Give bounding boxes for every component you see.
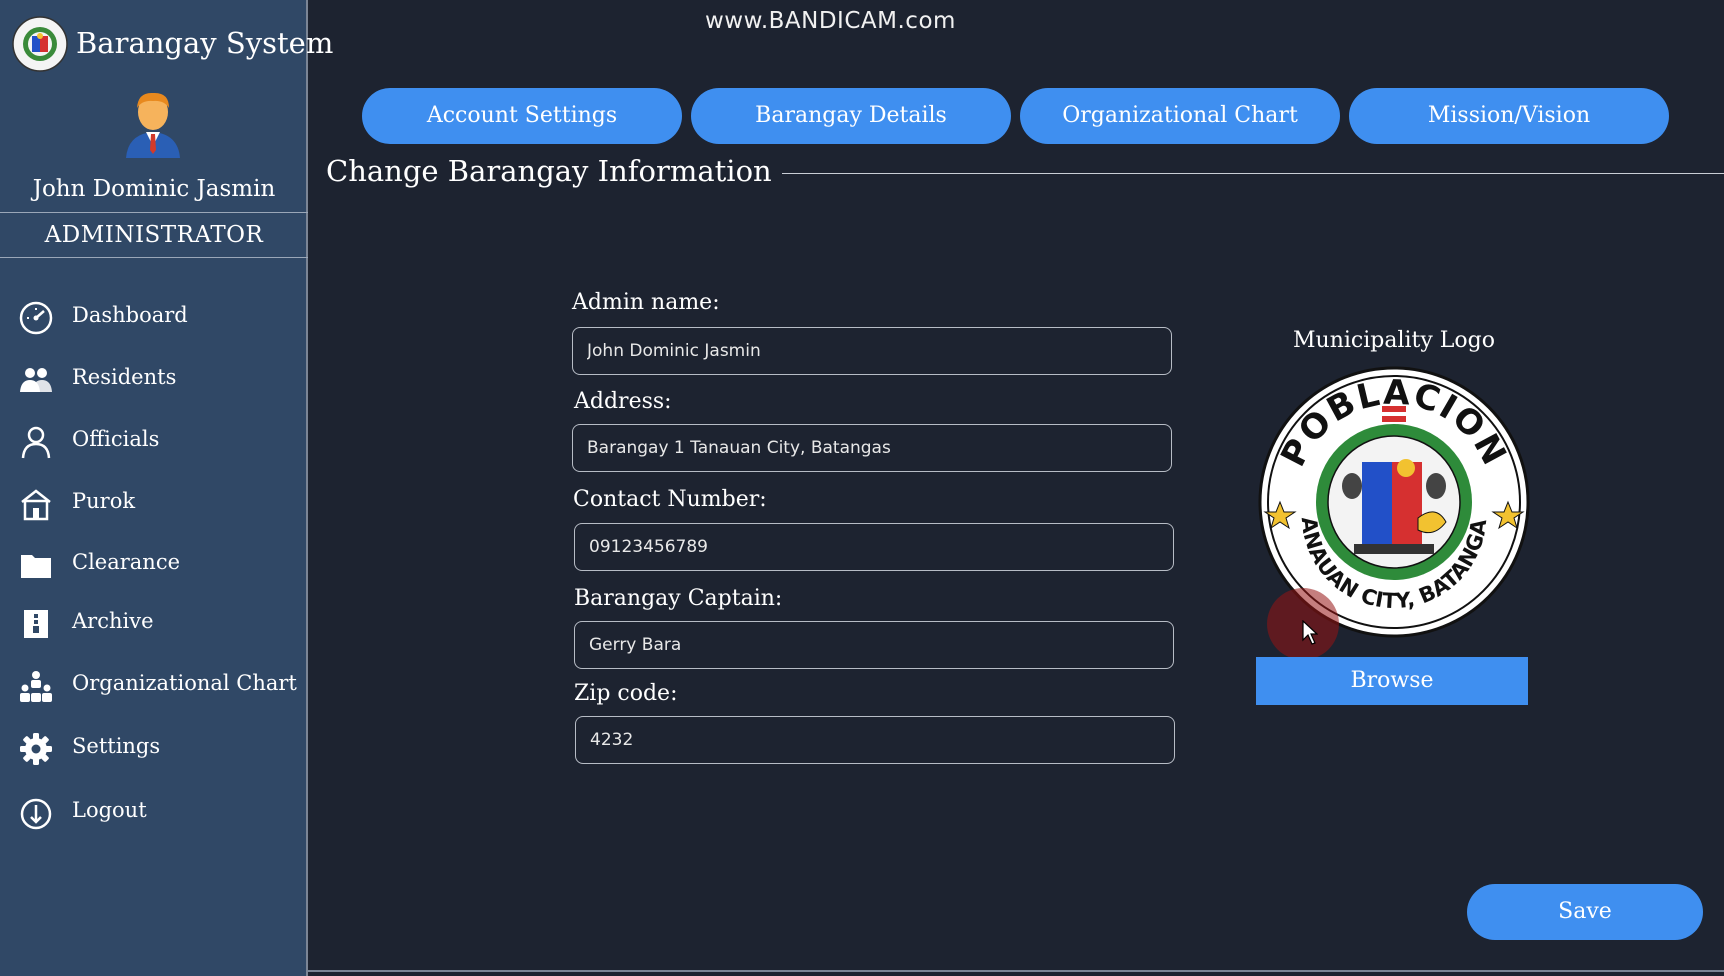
barangay-captain-label: Barangay Captain: [574, 586, 783, 611]
users-icon [20, 368, 52, 392]
sidebar-item-label: Dashboard [72, 303, 188, 327]
tab-barangay-details[interactable]: Barangay Details [691, 88, 1011, 144]
sidebar-item-settings[interactable]: Settings [0, 723, 306, 775]
group-box-title: Change Barangay Information [316, 154, 782, 188]
address-label: Address: [574, 389, 672, 414]
sidebar-item-label: Archive [72, 609, 154, 633]
sidebar-item-label: Residents [72, 365, 177, 389]
folder-icon [21, 555, 51, 578]
contact-number-label: Contact Number: [573, 487, 767, 512]
speedometer-icon [19, 301, 53, 335]
sidebar-item-purok[interactable]: Purok [0, 478, 306, 530]
org-chart-icon [20, 671, 52, 702]
zip-code-input[interactable] [575, 716, 1175, 764]
tab-organizational-chart[interactable]: Organizational Chart [1020, 88, 1340, 144]
bottom-border [308, 970, 1724, 972]
brand: Barangay System [10, 14, 333, 78]
sidebar-item-residents[interactable]: Residents [0, 354, 306, 406]
gear-icon [20, 733, 52, 765]
sidebar-item-archive[interactable]: Archive [0, 598, 306, 650]
browse-button[interactable]: Browse [1256, 657, 1528, 705]
archive-icon [24, 610, 48, 638]
address-input[interactable] [572, 424, 1172, 472]
sidebar-item-label: Settings [72, 734, 161, 758]
sidebar-item-label: Logout [72, 798, 147, 822]
admin-name-label: Admin name: [572, 290, 720, 315]
mouse-pointer-icon [1302, 620, 1318, 645]
admin-avatar-icon [126, 92, 180, 158]
barangay-captain-input[interactable] [574, 621, 1174, 669]
sidebar-item-label: Organizational Chart [72, 671, 297, 695]
person-icon [21, 426, 51, 459]
sidebar-item-label: Clearance [72, 550, 181, 574]
user-name: John Dominic Jasmin [32, 176, 276, 202]
sidebar-item-clearance[interactable]: Clearance [0, 539, 306, 591]
tab-account-settings[interactable]: Account Settings [362, 88, 682, 144]
barangay-seal-small-icon [12, 16, 68, 72]
municipality-logo-label: Municipality Logo [1293, 328, 1495, 353]
app-title: Barangay System [76, 26, 334, 60]
sidebar-item-dashboard[interactable]: Dashboard [0, 292, 306, 344]
zip-code-label: Zip code: [574, 681, 678, 706]
sidebar-item-label: Officials [72, 427, 160, 451]
power-icon [20, 798, 52, 830]
save-button[interactable]: Save [1467, 884, 1703, 940]
sidebar: Barangay System John Dominic Jasmin ADMI… [0, 0, 333, 976]
recording-watermark: www.BANDICAM.com [705, 8, 956, 34]
admin-name-input[interactable] [572, 327, 1172, 375]
house-icon [21, 489, 51, 521]
sidebar-item-logout[interactable]: Logout [0, 787, 306, 839]
sidebar-item-organizational-chart[interactable]: Organizational Chart [0, 660, 306, 712]
tab-mission-vision[interactable]: Mission/Vision [1349, 88, 1669, 144]
user-role: ADMINISTRATOR [0, 212, 308, 258]
sidebar-item-label: Purok [72, 489, 136, 513]
sidebar-item-officials[interactable]: Officials [0, 416, 306, 468]
contact-number-input[interactable] [574, 523, 1174, 571]
